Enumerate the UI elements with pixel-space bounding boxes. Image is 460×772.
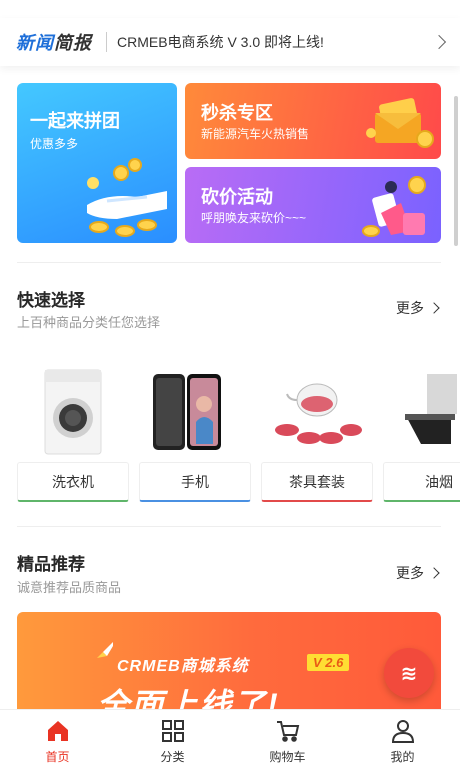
category-item[interactable]: 洗衣机 xyxy=(17,356,129,502)
tab-cart[interactable]: 购物车 xyxy=(230,710,345,772)
tab-label: 我的 xyxy=(390,749,415,764)
phone-icon xyxy=(153,374,221,450)
group-buy-subtitle: 优惠多多 xyxy=(30,137,79,151)
range-hood-icon xyxy=(405,374,457,444)
chevron-right-icon xyxy=(428,302,440,314)
chevron-right-icon[interactable] xyxy=(431,34,447,50)
category-item[interactable]: 油烟 xyxy=(383,356,460,502)
tea-set-icon xyxy=(275,383,362,444)
bargain-card[interactable]: 砍价活动 呼朋唤友来砍价~~~ xyxy=(185,167,441,243)
seckill-card[interactable]: 秒杀专区 新能源汽车火热销售 xyxy=(185,83,441,159)
group-buy-card[interactable]: 一起来拼团 优惠多多 xyxy=(17,83,177,243)
quick-select-subtitle: 上百种商品分类任您选择 xyxy=(17,315,161,330)
user-icon xyxy=(391,719,414,743)
promo-banner[interactable]: CRMEB商城系统 V 2.6 全面上线了! xyxy=(17,612,441,722)
recommend-more-button[interactable]: 更多 xyxy=(396,563,440,583)
tab-home[interactable]: 首页 xyxy=(0,710,115,772)
floating-action-button[interactable]: ≋ xyxy=(384,648,434,698)
category-label: 油烟 xyxy=(383,462,460,502)
news-headline[interactable]: CRMEB电商系统 V 3.0 即将上线! xyxy=(117,32,434,52)
bargain-subtitle: 呼朋唤友来砍价~~~ xyxy=(201,211,307,225)
news-bar[interactable]: 新闻简报 CRMEB电商系统 V 3.0 即将上线! xyxy=(0,18,460,66)
recommend-subtitle: 诚意推荐品质商品 xyxy=(17,580,122,595)
bargain-person-icon xyxy=(362,176,426,237)
category-label: 洗衣机 xyxy=(17,462,129,502)
divider xyxy=(17,526,441,527)
tab-label: 首页 xyxy=(45,749,70,764)
category-label: 手机 xyxy=(139,462,251,502)
recommend-title: 精品推荐 xyxy=(17,555,85,574)
wave-icon: ≋ xyxy=(400,662,418,685)
chevron-right-icon xyxy=(428,567,440,579)
red-envelope-icon xyxy=(366,98,434,148)
category-label: 茶具套装 xyxy=(261,462,373,502)
quick-select-more-button[interactable]: 更多 xyxy=(396,298,440,318)
tab-label: 购物车 xyxy=(269,749,306,764)
coins-hand-icon xyxy=(87,158,167,237)
rocket-icon xyxy=(97,642,113,658)
scrollbar[interactable] xyxy=(454,96,458,246)
banner-line1: CRMEB商城系统 xyxy=(117,658,249,675)
tab-category[interactable]: 分类 xyxy=(115,710,230,772)
seckill-subtitle: 新能源汽车火热销售 xyxy=(201,127,310,141)
category-item[interactable]: 手机 xyxy=(139,356,251,502)
home-page: 新闻简报 CRMEB电商系统 V 3.0 即将上线! 一起来拼团 优惠多多 秒杀… xyxy=(0,0,460,772)
cart-icon xyxy=(276,720,299,742)
category-icon xyxy=(161,719,184,742)
tab-label: 分类 xyxy=(160,749,185,764)
news-separator xyxy=(106,32,107,52)
bargain-title: 砍价活动 xyxy=(201,187,273,207)
bottom-tab-bar: 首页 分类 购物车 我的 xyxy=(0,709,460,772)
divider xyxy=(17,262,441,263)
news-logo: 新闻简报 xyxy=(16,33,92,54)
home-icon xyxy=(47,720,68,741)
category-item[interactable]: 茶具套装 xyxy=(261,356,373,502)
washing-machine-icon xyxy=(44,369,102,455)
seckill-title: 秒杀专区 xyxy=(201,103,273,123)
banner-version-tag: V 2.6 xyxy=(307,654,350,671)
tab-mine[interactable]: 我的 xyxy=(345,710,460,772)
quick-select-title: 快速选择 xyxy=(17,291,85,310)
group-buy-title: 一起来拼团 xyxy=(30,111,120,131)
